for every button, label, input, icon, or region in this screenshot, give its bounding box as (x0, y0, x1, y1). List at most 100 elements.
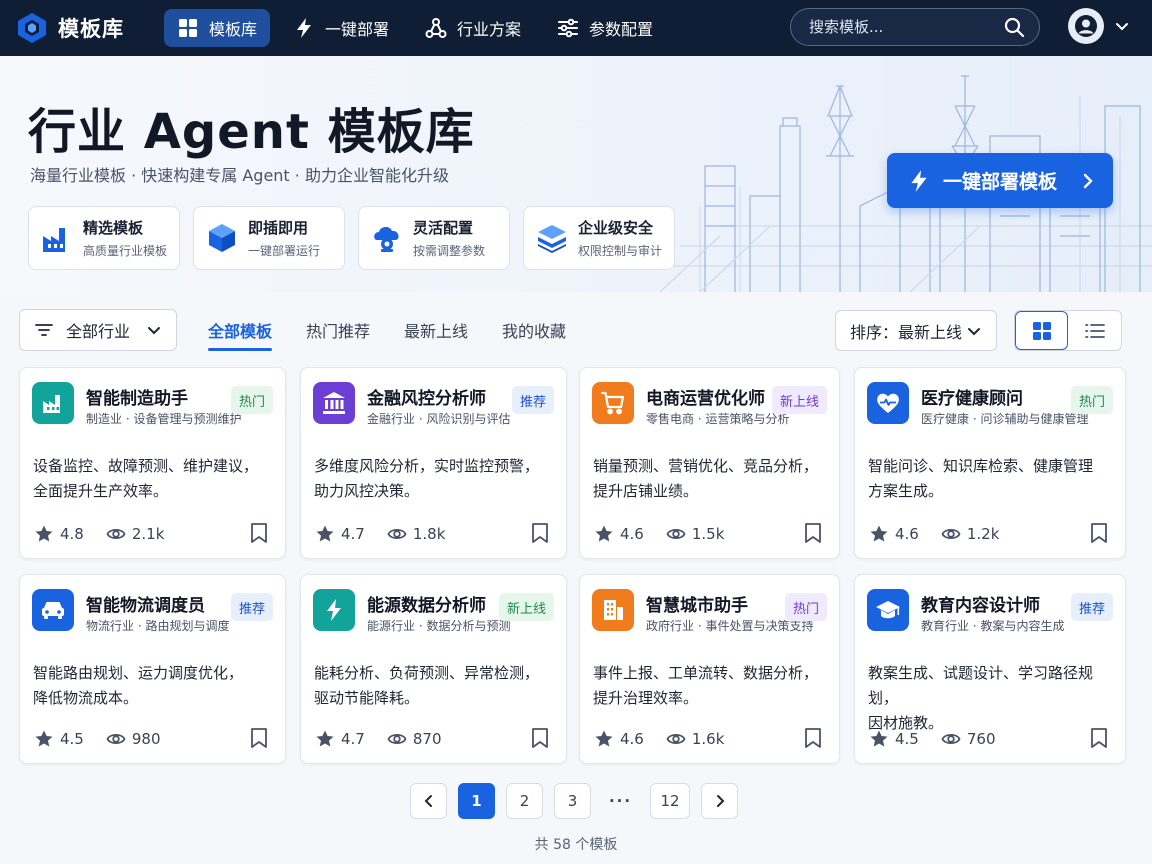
card-category: 医疗健康 · 问诊辅助与健康管理 (921, 412, 1089, 426)
rating: 4.7 (341, 525, 365, 543)
chevron-down-icon (148, 327, 160, 335)
brand-logo-icon (18, 13, 46, 43)
template-card-energy[interactable]: 能源数据分析师 能源行业 · 数据分析与预测 新上线 能耗分析、负荷预测、异常检… (300, 574, 567, 764)
card-description: 销量预测、营销优化、竞品分析， 提升店铺业绩。 (593, 454, 833, 504)
card-meta: 4.7 1.8k (315, 524, 445, 544)
search-icon[interactable] (1003, 16, 1025, 38)
star-icon (316, 730, 334, 747)
template-card-healthcare[interactable]: 医疗健康顾问 医疗健康 · 问诊辅助与健康管理 热门 智能问诊、知识库检索、健康… (854, 367, 1126, 559)
bookmark-icon[interactable] (249, 727, 269, 749)
industry-filter-select[interactable]: 全部行业 (19, 309, 177, 351)
eye-icon (941, 733, 961, 745)
view-toggle (1014, 310, 1122, 351)
search-box (790, 8, 1040, 46)
desc-line: 全面提升生产效率。 (33, 482, 169, 500)
tab-latest[interactable]: 最新上线 (404, 309, 468, 351)
total-count: 共 58 个模板 (534, 837, 618, 853)
bookmark-icon[interactable] (803, 727, 823, 749)
bookmark-icon[interactable] (530, 727, 550, 749)
filter-bar: 全部行业 全部模板 热门推荐 最新上线 我的收藏 排序：最新上线 (0, 292, 1152, 366)
search-input[interactable] (809, 18, 1003, 36)
template-card-finance-risk[interactable]: 金融风控分析师 金融行业 · 风险识别与评估 推荐 多维度风险分析，实时监控预警… (300, 367, 567, 559)
grid-view-button[interactable] (1015, 311, 1069, 350)
list-icon (1084, 323, 1105, 338)
eye-icon (941, 528, 961, 540)
bolt-icon (297, 18, 312, 38)
feature-title: 即插即用 (248, 219, 309, 237)
cube-icon (209, 224, 235, 252)
tab-hot-recommend[interactable]: 热门推荐 (306, 309, 370, 351)
card-description: 智能问诊、知识库检索、健康管理 方案生成。 (868, 454, 1108, 504)
nav-item-label: 行业方案 (457, 20, 522, 39)
bookmark-icon[interactable] (803, 522, 823, 544)
page-title: 行业 Agent 模板库 (28, 104, 475, 160)
user-icon (1075, 15, 1097, 37)
chevron-right-icon (716, 795, 724, 807)
page-button-3[interactable]: 3 (554, 783, 591, 819)
prev-page-button[interactable] (410, 783, 447, 819)
card-title: 金融风控分析师 (367, 389, 486, 409)
bookmark-icon[interactable] (1089, 522, 1109, 544)
chevron-down-icon[interactable] (1114, 18, 1130, 34)
template-card-ecommerce-ops[interactable]: 电商运营优化师 零售电商 · 运营策略与分析 新上线 销量预测、营销优化、竞品分… (579, 367, 840, 559)
pagination: 1 2 3 ··· 12 (410, 783, 749, 819)
nav-item-deploy[interactable]: 一键部署 (280, 9, 402, 47)
tab-favorites[interactable]: 我的收藏 (502, 309, 566, 351)
card-category: 金融行业 · 风险识别与评估 (367, 412, 511, 426)
avatar[interactable] (1068, 8, 1104, 44)
nav-item-config[interactable]: 参数配置 (544, 9, 666, 47)
desc-line: 销量预测、营销优化、竞品分析， (593, 457, 819, 475)
eye-icon (387, 528, 407, 540)
category-tabs: 全部模板 热门推荐 最新上线 我的收藏 (208, 309, 600, 351)
status-badge: 推荐 (230, 593, 273, 621)
grid-icon (179, 19, 197, 37)
sort-select[interactable]: 排序：最新上线 (835, 310, 997, 351)
factory-icon (43, 228, 65, 252)
page-ellipsis: ··· (608, 792, 633, 810)
bookmark-icon[interactable] (249, 522, 269, 544)
status-badge: 热门 (784, 593, 827, 621)
next-page-button[interactable] (701, 783, 738, 819)
card-meta: 4.6 1.6k (594, 729, 724, 749)
card-title: 智能制造助手 (86, 389, 188, 409)
page-button-1[interactable]: 1 (458, 783, 495, 819)
building-icon (604, 600, 623, 620)
layers-shield-icon (538, 225, 566, 253)
desc-line: 事件上报、工单流转、数据分析， (593, 664, 819, 682)
eye-icon (666, 528, 686, 540)
card-meta: 4.5 760 (869, 729, 996, 749)
deploy-template-button[interactable]: 一键部署模板 (887, 153, 1113, 208)
desc-line: 能耗分析、负荷预测、异常检测， (314, 664, 540, 682)
nav-item-solutions[interactable]: 行业方案 (412, 9, 534, 47)
list-view-button[interactable] (1068, 311, 1121, 350)
star-icon (35, 730, 53, 747)
template-card-logistics[interactable]: 智能物流调度员 物流行业 · 路由规划与调度 推荐 智能路由规划、运力调度优化，… (19, 574, 286, 764)
template-card-smart-city[interactable]: 智慧城市助手 政府行业 · 事件处置与决策支持 热门 事件上报、工单流转、数据分… (579, 574, 840, 764)
heart-icon (877, 393, 899, 413)
user-menu[interactable] (1068, 8, 1130, 44)
card-category: 能源行业 · 数据分析与预测 (367, 619, 511, 633)
template-card-education[interactable]: 教育内容设计师 教育行业 · 教案与内容生成 推荐 教案生成、试题设计、学习路径… (854, 574, 1126, 764)
network-icon (425, 18, 447, 38)
card-icon-tile (867, 589, 909, 631)
template-card-smart-manufacturing[interactable]: 智能制造助手 制造业 · 设备管理与预测维护 热门 设备监控、故障预测、维护建议… (19, 367, 286, 559)
brand[interactable]: 模板库 (16, 12, 164, 44)
page-button-12[interactable]: 12 (650, 783, 690, 819)
card-icon-tile (867, 382, 909, 424)
feature-desc: 权限控制与审计 (578, 244, 663, 258)
status-badge: 新上线 (771, 386, 827, 414)
card-description: 智能路由规划、运力调度优化， 降低物流成本。 (33, 661, 273, 711)
feature-flexible-config: 灵活配置 按需调整参数 (358, 206, 510, 270)
tab-all-templates[interactable]: 全部模板 (208, 309, 273, 351)
star-icon (870, 730, 888, 747)
card-title: 智能物流调度员 (86, 596, 205, 616)
star-icon (316, 525, 334, 542)
eye-icon (666, 733, 686, 745)
page-button-2[interactable]: 2 (506, 783, 543, 819)
bookmark-icon[interactable] (530, 522, 550, 544)
card-category: 物流行业 · 路由规划与调度 (86, 619, 230, 633)
nav-item-templates[interactable]: 模板库 (164, 9, 271, 47)
bookmark-icon[interactable] (1089, 727, 1109, 749)
industry-filter-label: 全部行业 (66, 322, 131, 341)
status-badge: 推荐 (511, 386, 554, 414)
